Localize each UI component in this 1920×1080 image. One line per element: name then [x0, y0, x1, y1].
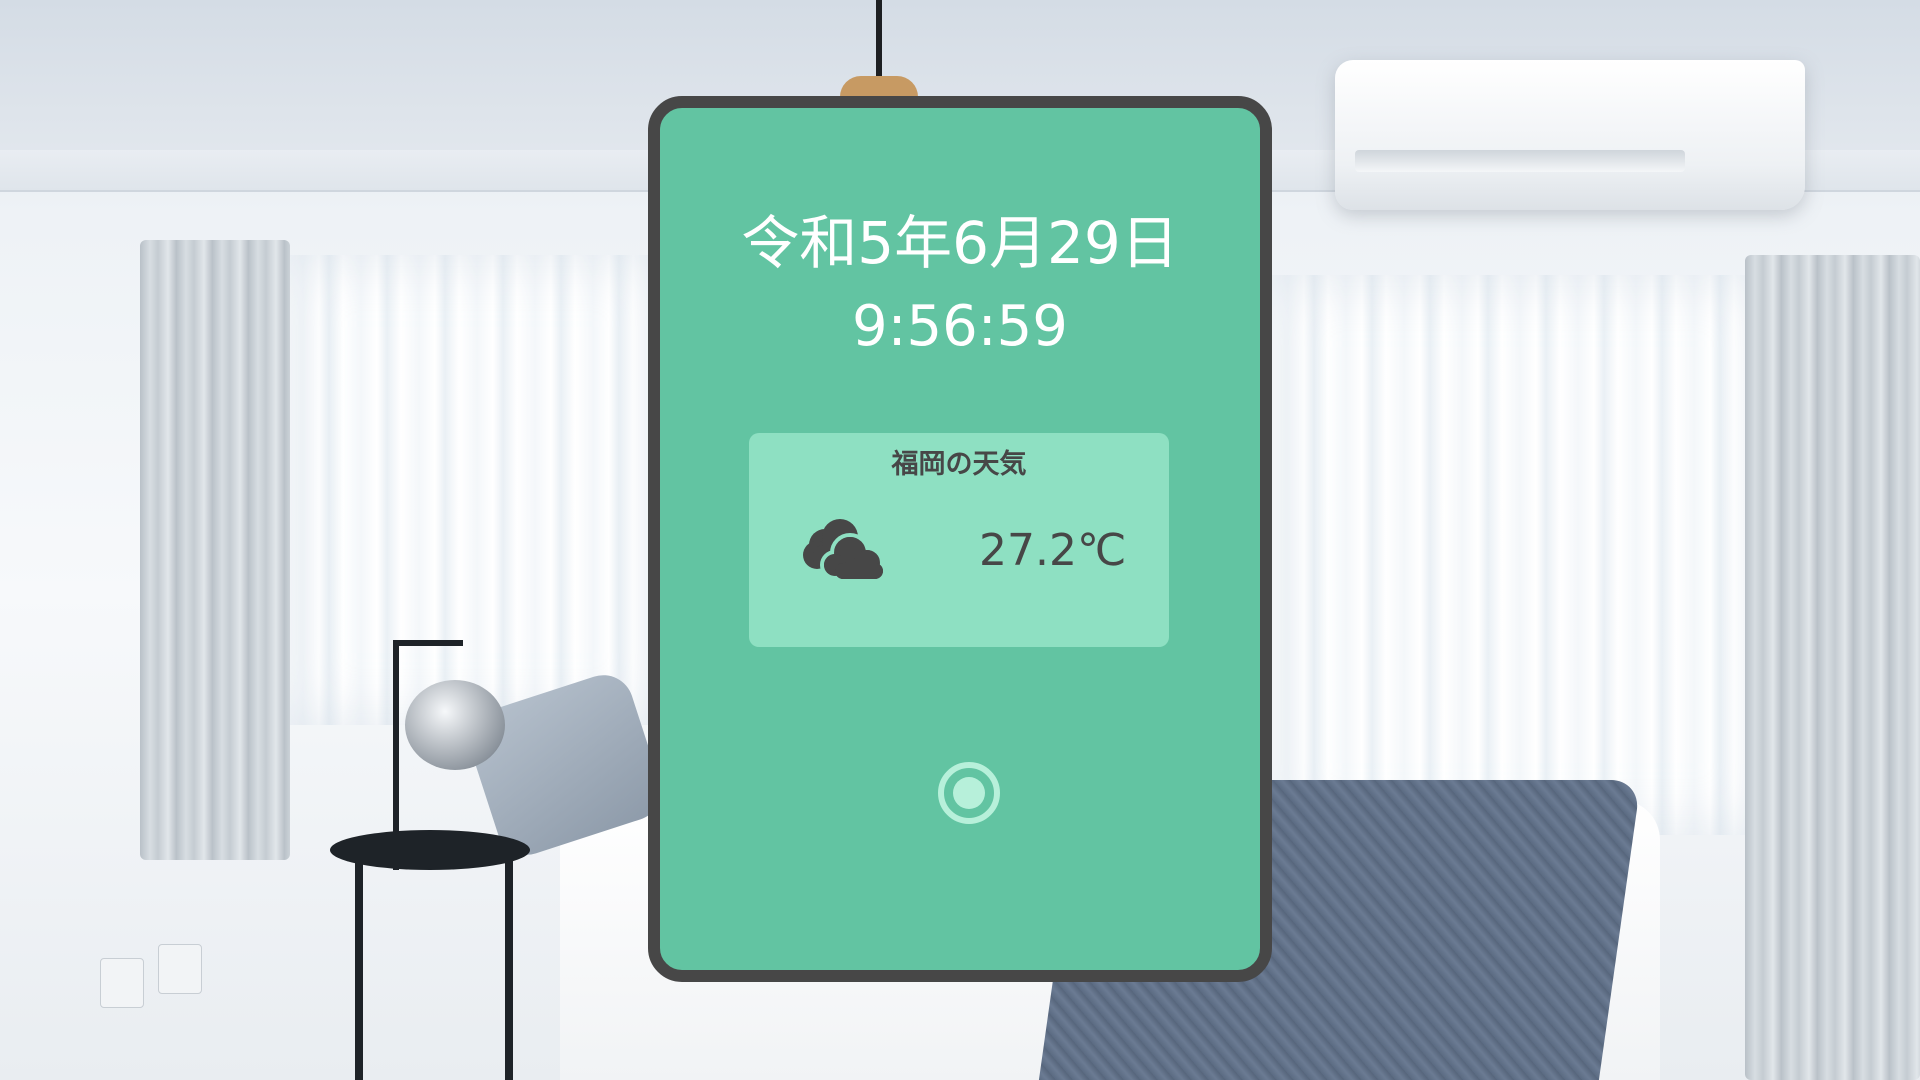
cloud-icon [803, 519, 887, 583]
air-conditioner [1335, 60, 1805, 210]
date-display: 令和5年6月29日 [741, 209, 1179, 277]
record-icon [953, 777, 985, 809]
record-button[interactable] [938, 762, 1000, 824]
wall-outlet [100, 958, 144, 1008]
weather-card: 福岡の天気 27.2℃ [749, 433, 1169, 647]
air-conditioner-vent [1355, 150, 1685, 172]
lamp-arm [393, 640, 463, 646]
pendant-cord [876, 0, 882, 78]
table-leg [505, 850, 513, 1080]
table-leg [355, 850, 363, 1080]
lamp-globe [405, 680, 505, 770]
left-window-curtain [285, 255, 665, 725]
clock-weather-widget: 令和5年6月29日 9:56:59 福岡の天気 27.2℃ [648, 96, 1272, 982]
wall-switch [158, 944, 202, 994]
left-drape [140, 240, 290, 860]
right-drape [1745, 255, 1920, 1080]
time-display: 9:56:59 [852, 294, 1068, 359]
right-window-curtain [1270, 275, 1770, 835]
weather-title: 福岡の天気 [891, 449, 1027, 480]
temperature-value: 27.2℃ [979, 525, 1127, 576]
